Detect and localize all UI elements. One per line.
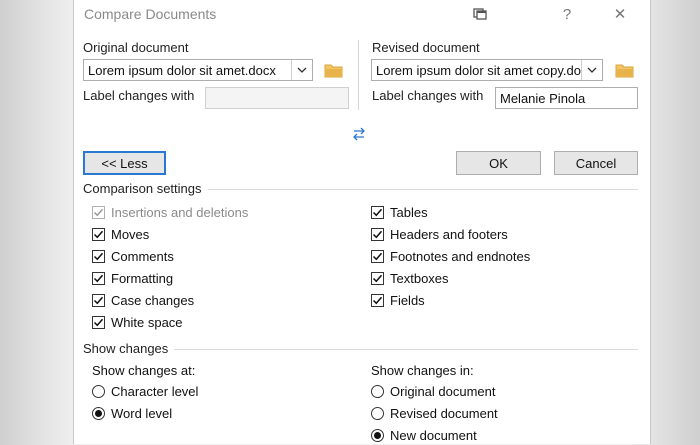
- comments-label: Comments: [111, 248, 174, 264]
- tables-option[interactable]: Tables: [371, 202, 530, 222]
- revised-document-option[interactable]: Revised document: [371, 403, 498, 423]
- comparison-left-column: Insertions and deletions Moves Comments …: [92, 202, 248, 332]
- divider: [174, 349, 638, 350]
- footnotes-endnotes-label: Footnotes and endnotes: [390, 248, 531, 264]
- word-level-option[interactable]: Word level: [92, 403, 198, 423]
- fields-option[interactable]: Fields: [371, 290, 530, 310]
- comments-option[interactable]: Comments: [92, 246, 248, 266]
- revised-label-changes-label: Label changes with: [372, 88, 484, 103]
- checkbox-checked-icon[interactable]: [371, 293, 384, 307]
- checkbox-checked-icon[interactable]: [92, 249, 105, 263]
- revised-document-value: Lorem ipsum dolor sit amet copy.docx: [376, 62, 581, 78]
- insertions-deletions-option[interactable]: Insertions and deletions: [92, 202, 248, 222]
- white-space-option[interactable]: White space: [92, 312, 248, 332]
- show-changes-at-group: Character level Word level: [92, 381, 198, 423]
- ok-button[interactable]: OK: [456, 151, 541, 175]
- original-label-changes-input[interactable]: [205, 87, 349, 109]
- moves-label: Moves: [111, 226, 150, 242]
- radio-unselected-icon[interactable]: [92, 384, 105, 398]
- character-level-option[interactable]: Character level: [92, 381, 198, 401]
- revised-document-combo[interactable]: Lorem ipsum dolor sit amet copy.docx: [371, 59, 603, 81]
- checkbox-checked-icon[interactable]: [371, 249, 384, 263]
- new-document-option[interactable]: New document: [371, 425, 498, 445]
- chevron-down-icon[interactable]: [581, 60, 602, 80]
- compare-documents-dialog: Compare Documents ? ✕ Original document …: [73, 0, 651, 444]
- moves-option[interactable]: Moves: [92, 224, 248, 244]
- original-document-option-label: Original document: [390, 383, 496, 399]
- headers-footers-label: Headers and footers: [390, 226, 508, 242]
- help-button[interactable]: ?: [549, 0, 585, 28]
- divider: [208, 189, 638, 190]
- radio-unselected-icon[interactable]: [371, 384, 384, 398]
- original-document-value: Lorem ipsum dolor sit amet.docx: [88, 62, 276, 78]
- cancel-button[interactable]: Cancel: [554, 151, 638, 175]
- white-space-label: White space: [111, 314, 183, 330]
- checkbox-checked-icon[interactable]: [92, 271, 105, 285]
- vertical-divider: [358, 40, 359, 110]
- show-changes-at-title: Show changes at:: [92, 363, 196, 378]
- textboxes-option[interactable]: Textboxes: [371, 268, 530, 288]
- textboxes-label: Textboxes: [390, 270, 449, 286]
- case-changes-label: Case changes: [111, 292, 195, 308]
- original-document-combo[interactable]: Lorem ipsum dolor sit amet.docx: [83, 59, 313, 81]
- checkbox-checked-icon[interactable]: [371, 271, 384, 285]
- formatting-label: Formatting: [111, 270, 174, 286]
- show-changes-in-group: Original document Revised document New d…: [371, 381, 498, 445]
- checkbox-checked-icon[interactable]: [92, 315, 105, 329]
- case-changes-option[interactable]: Case changes: [92, 290, 248, 310]
- fields-label: Fields: [390, 292, 425, 308]
- original-document-option[interactable]: Original document: [371, 381, 498, 401]
- checkbox-checked-icon[interactable]: [92, 205, 105, 219]
- new-document-option-label: New document: [390, 427, 477, 443]
- insertions-deletions-label: Insertions and deletions: [111, 204, 249, 220]
- checkbox-checked-icon[interactable]: [371, 205, 384, 219]
- chevron-down-icon[interactable]: [291, 60, 312, 80]
- comparison-right-column: Tables Headers and footers Footnotes and…: [371, 202, 530, 310]
- footnotes-endnotes-option[interactable]: Footnotes and endnotes: [371, 246, 530, 266]
- show-changes-in-title: Show changes in:: [371, 363, 474, 378]
- formatting-option[interactable]: Formatting: [92, 268, 248, 288]
- character-level-label: Character level: [111, 383, 199, 399]
- comparison-settings-title: Comparison settings: [83, 181, 202, 196]
- dialog-title: Compare Documents: [84, 6, 217, 22]
- checkbox-checked-icon[interactable]: [92, 293, 105, 307]
- browse-folder-icon[interactable]: [324, 62, 344, 81]
- less-button[interactable]: << Less: [83, 151, 166, 175]
- checkbox-checked-icon[interactable]: [371, 227, 384, 241]
- checkbox-checked-icon[interactable]: [92, 227, 105, 241]
- headers-footers-option[interactable]: Headers and footers: [371, 224, 530, 244]
- tables-label: Tables: [390, 204, 428, 220]
- restore-window-icon[interactable]: [462, 0, 498, 28]
- radio-selected-icon[interactable]: [371, 428, 384, 442]
- browse-folder-icon[interactable]: [615, 62, 635, 81]
- word-level-label: Word level: [111, 405, 173, 421]
- show-changes-title: Show changes: [83, 341, 169, 356]
- revised-label-changes-input[interactable]: Melanie Pinola: [495, 87, 638, 109]
- close-button[interactable]: ✕: [602, 0, 638, 28]
- original-label-changes-label: Label changes with: [83, 88, 195, 103]
- radio-selected-icon[interactable]: [92, 406, 105, 420]
- original-document-label: Original document: [83, 40, 189, 55]
- radio-unselected-icon[interactable]: [371, 406, 384, 420]
- revised-document-option-label: Revised document: [390, 405, 498, 421]
- revised-document-label: Revised document: [372, 40, 480, 55]
- swap-arrows-icon[interactable]: [352, 126, 366, 145]
